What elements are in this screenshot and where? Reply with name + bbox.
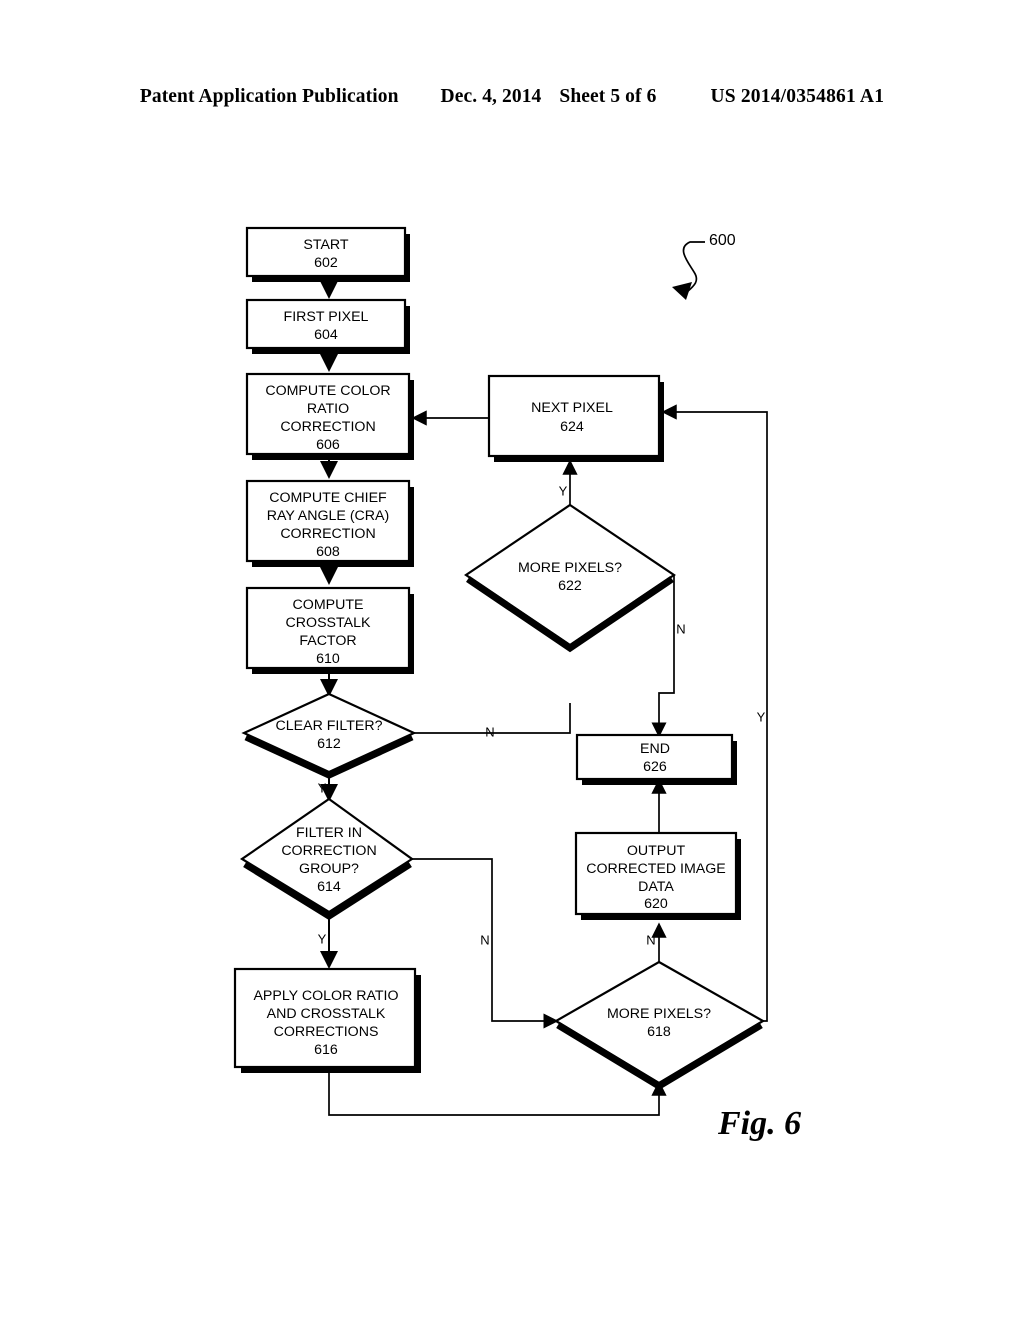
reference-numeral-600-leader: 600: [672, 232, 736, 300]
edge-label-618-yes: Y: [757, 709, 766, 724]
reference-numeral-600-label: 600: [709, 232, 736, 249]
node-622-more-pixels-decision: MORE PIXELS? 622: [464, 503, 676, 653]
edge-label-614-yes: Y: [318, 931, 327, 946]
node-606-line-3: 606: [316, 437, 340, 453]
node-620-line-0: OUTPUT: [627, 843, 686, 859]
node-620-line-2: DATA: [638, 879, 674, 895]
node-608-line-0: COMPUTE CHIEF: [269, 490, 387, 506]
node-608-compute-cra-correction: COMPUTE CHIEF RAY ANGLE (CRA) CORRECTION…: [245, 479, 414, 567]
node-618-line-0: MORE PIXELS?: [607, 1006, 711, 1022]
node-608-line-1: RAY ANGLE (CRA): [267, 508, 389, 524]
edge-label-622-no: N: [676, 621, 685, 636]
node-606-line-0: COMPUTE COLOR: [265, 383, 390, 399]
node-624-line-0: NEXT PIXEL: [531, 400, 613, 416]
node-610-compute-crosstalk-factor: COMPUTE CROSSTALK FACTOR 610: [245, 586, 414, 674]
node-610-line-3: 610: [316, 651, 340, 667]
node-616-line-3: 616: [314, 1042, 338, 1058]
node-618-diamond: [553, 960, 766, 1085]
node-604-first-pixel: FIRST PIXEL 604: [245, 298, 410, 354]
node-614-line-3: 614: [317, 879, 341, 895]
node-614-filter-in-correction-group-decision: FILTER IN CORRECTION GROUP? 614: [239, 797, 414, 921]
node-624-line-1: 624: [560, 419, 584, 435]
edge-622-no-to-626: [651, 575, 675, 738]
edge-label-622-yes: Y: [559, 483, 568, 498]
node-606-compute-color-ratio-correction: COMPUTE COLOR RATIO CORRECTION 606: [245, 372, 414, 460]
node-602-line-0: START: [303, 237, 349, 253]
node-614-line-0: FILTER IN: [296, 825, 362, 841]
node-612-clear-filter-decision: CLEAR FILTER? 612: [241, 692, 417, 779]
node-624-box: [487, 374, 661, 458]
edge-label-614-no: N: [480, 932, 489, 947]
edge-618-yes-to-624: [661, 404, 768, 1022]
node-622-line-0: MORE PIXELS?: [518, 560, 622, 576]
node-610-line-2: FACTOR: [299, 633, 356, 649]
node-622-line-1: 622: [558, 578, 582, 594]
node-604-line-0: FIRST PIXEL: [284, 309, 369, 325]
node-606-line-2: CORRECTION: [280, 419, 375, 435]
node-610-line-1: CROSSTALK: [286, 615, 371, 631]
node-610-line-0: COMPUTE: [293, 597, 364, 613]
node-626-line-0: END: [640, 741, 670, 757]
edge-label-618-no: N: [646, 932, 655, 947]
node-626-line-1: 626: [643, 759, 667, 775]
edge-label-612-yes: Y: [318, 780, 327, 795]
node-612-line-1: 612: [317, 736, 341, 752]
node-608-line-3: 608: [316, 544, 340, 560]
node-602-line-1: 602: [314, 255, 338, 271]
node-626-end: END 626: [575, 733, 737, 785]
node-620-line-3: 620: [644, 896, 668, 912]
node-614-line-2: GROUP?: [299, 861, 359, 877]
node-614-line-1: CORRECTION: [281, 843, 376, 859]
node-616-apply-corrections: APPLY COLOR RATIO AND CROSSTALK CORRECTI…: [233, 967, 421, 1073]
figure-caption: Fig. 6: [718, 1105, 802, 1142]
node-618-more-pixels-decision: MORE PIXELS? 618: [553, 960, 766, 1091]
node-616-line-2: CORRECTIONS: [274, 1024, 379, 1040]
patent-figure-page: Patent Application Publication Dec. 4, 2…: [0, 0, 1024, 1320]
node-616-line-0: APPLY COLOR RATIO: [253, 988, 398, 1004]
node-618-line-1: 618: [647, 1024, 671, 1040]
edge-616-to-618: [328, 1073, 667, 1116]
node-604-line-1: 604: [314, 327, 338, 343]
leader-arrowhead-600: [672, 282, 692, 300]
node-616-line-1: AND CROSSTALK: [267, 1006, 386, 1022]
node-612-line-0: CLEAR FILTER?: [276, 718, 383, 734]
node-620-output-corrected-image-data: OUTPUT CORRECTED IMAGE DATA 620: [574, 831, 741, 920]
node-608-line-2: CORRECTION: [280, 526, 375, 542]
node-624-next-pixel: NEXT PIXEL 624: [487, 374, 664, 462]
node-620-line-1: CORRECTED IMAGE: [586, 861, 726, 877]
edge-label-612-no: N: [485, 724, 494, 739]
node-606-line-1: RATIO: [307, 401, 349, 417]
flowchart-600: START 602 FIRST PIXEL 604 COMPUTE COLOR …: [233, 226, 768, 1116]
node-602-start: START 602: [245, 226, 410, 282]
